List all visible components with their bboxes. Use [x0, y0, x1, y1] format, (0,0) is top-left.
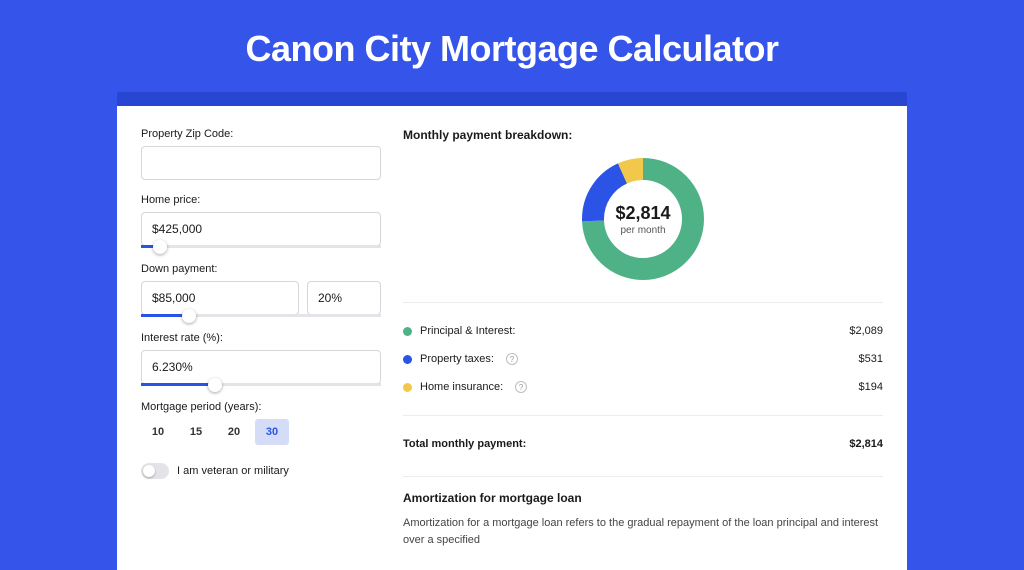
- slider-thumb[interactable]: [153, 240, 167, 254]
- form-panel: Property Zip Code: Home price: Down paym…: [141, 128, 381, 548]
- field-interest: Interest rate (%):: [141, 332, 381, 387]
- input-interest[interactable]: [141, 350, 381, 384]
- label-zip: Property Zip Code:: [141, 128, 381, 140]
- slider-home-price[interactable]: [141, 245, 381, 249]
- total-label: Total monthly payment:: [403, 438, 526, 450]
- dot-icon: [403, 327, 412, 336]
- input-down-payment-percent[interactable]: [307, 281, 381, 315]
- divider: [403, 476, 883, 477]
- field-period: Mortgage period (years): 10 15 20 30: [141, 401, 381, 445]
- donut-chart: $2,814 per month: [403, 156, 883, 282]
- breakdown-panel: Monthly payment breakdown: $2,814 per: [403, 128, 883, 548]
- donut-amount: $2,814: [615, 203, 670, 224]
- period-buttons: 10 15 20 30: [141, 419, 381, 445]
- slider-down-payment[interactable]: [141, 314, 381, 318]
- info-icon[interactable]: ?: [506, 353, 518, 365]
- legend-value: $531: [859, 353, 883, 365]
- breakdown-title: Monthly payment breakdown:: [403, 128, 883, 142]
- amortization-title: Amortization for mortgage loan: [403, 491, 883, 505]
- legend-label: Principal & Interest:: [420, 325, 515, 337]
- veteran-row: I am veteran or military: [141, 463, 381, 479]
- veteran-toggle[interactable]: [141, 463, 169, 479]
- legend-total: Total monthly payment: $2,814: [403, 430, 883, 458]
- donut-center: $2,814 per month: [580, 156, 706, 282]
- slider-interest[interactable]: [141, 383, 381, 387]
- label-interest: Interest rate (%):: [141, 332, 381, 344]
- field-zip: Property Zip Code:: [141, 128, 381, 180]
- field-down-payment: Down payment:: [141, 263, 381, 318]
- input-down-payment-amount[interactable]: [141, 281, 299, 315]
- legend-value: $194: [859, 381, 883, 393]
- label-home-price: Home price:: [141, 194, 381, 206]
- input-zip[interactable]: [141, 146, 381, 180]
- veteran-label: I am veteran or military: [177, 465, 289, 477]
- info-icon[interactable]: ?: [515, 381, 527, 393]
- period-15[interactable]: 15: [179, 419, 213, 445]
- divider: [403, 415, 883, 416]
- legend-principal: Principal & Interest: $2,089: [403, 317, 883, 345]
- field-home-price: Home price:: [141, 194, 381, 249]
- calculator-card: Property Zip Code: Home price: Down paym…: [117, 106, 907, 570]
- slider-thumb[interactable]: [182, 309, 196, 323]
- legend-label: Home insurance:: [420, 381, 503, 393]
- period-20[interactable]: 20: [217, 419, 251, 445]
- legend-taxes: Property taxes: ? $531: [403, 345, 883, 373]
- label-period: Mortgage period (years):: [141, 401, 381, 413]
- period-10[interactable]: 10: [141, 419, 175, 445]
- period-30[interactable]: 30: [255, 419, 289, 445]
- total-value: $2,814: [849, 438, 883, 450]
- input-home-price[interactable]: [141, 212, 381, 246]
- legend-insurance: Home insurance: ? $194: [403, 373, 883, 401]
- dot-icon: [403, 355, 412, 364]
- card-container: Property Zip Code: Home price: Down paym…: [117, 92, 907, 570]
- legend-label: Property taxes:: [420, 353, 494, 365]
- dot-icon: [403, 383, 412, 392]
- donut-per-month: per month: [620, 225, 665, 236]
- page-title: Canon City Mortgage Calculator: [0, 0, 1024, 92]
- toggle-knob: [143, 465, 155, 477]
- label-down-payment: Down payment:: [141, 263, 381, 275]
- legend-value: $2,089: [849, 325, 883, 337]
- slider-thumb[interactable]: [208, 378, 222, 392]
- divider: [403, 302, 883, 303]
- amortization-body: Amortization for a mortgage loan refers …: [403, 515, 883, 548]
